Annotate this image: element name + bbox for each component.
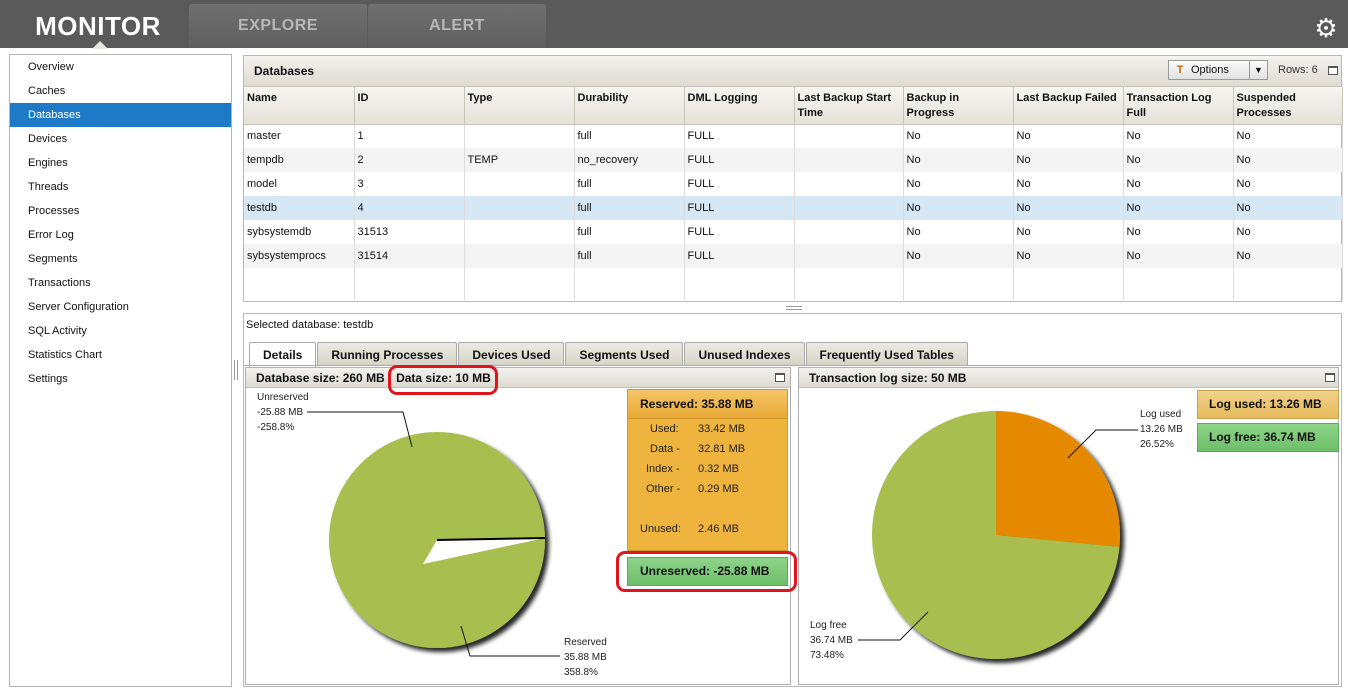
log-free-callout-value: 36.74 MB xyxy=(810,635,853,646)
unreserved-callout: Unreserved -25.88 MB -258.8% xyxy=(257,390,309,435)
other-label: Other - xyxy=(646,483,681,495)
unreserved-callout-name: Unreserved xyxy=(257,392,309,403)
reserved-callout-value: 35.88 MB xyxy=(564,652,607,663)
reserved-callout-name: Reserved xyxy=(564,637,607,648)
log-free-callout-percent: 73.48% xyxy=(810,650,844,661)
pie-slice-log-used xyxy=(996,411,1120,547)
reserved-summary-title: Reserved: 35.88 MB xyxy=(628,390,787,419)
unreserved-callout-value: -25.88 MB xyxy=(257,407,304,418)
used-value: 33.42 MB xyxy=(698,423,746,435)
log-free-callout: Log free 36.74 MB 73.48% xyxy=(810,618,853,663)
unused-value: 2.46 MB xyxy=(698,523,739,535)
unreserved-highlight xyxy=(616,551,797,592)
log-free-box: Log free: 36.74 MB xyxy=(1197,423,1339,452)
log-used-callout-percent: 26.52% xyxy=(1140,439,1174,450)
reserved-callout: Reserved 35.88 MB 358.8% xyxy=(564,635,607,680)
reserved-summary-box: Reserved: 35.88 MB Used: 33.42 MB Data -… xyxy=(627,389,788,551)
log-used-callout-value: 13.26 MB xyxy=(1140,424,1183,435)
log-used-callout-name: Log used xyxy=(1140,409,1182,420)
reserved-callout-percent: 358.8% xyxy=(564,667,598,678)
used-label: Used: xyxy=(650,423,679,435)
log-free-callout-name: Log free xyxy=(810,620,847,631)
log-used-box: Log used: 13.26 MB xyxy=(1197,390,1339,419)
data-label: Data - xyxy=(650,443,680,455)
unused-label: Unused: xyxy=(640,523,681,535)
data-size-highlight xyxy=(388,365,498,395)
data-value: 32.81 MB xyxy=(698,443,746,455)
unreserved-callout-percent: -258.8% xyxy=(257,422,295,433)
other-value: 0.29 MB xyxy=(698,483,739,495)
index-label: Index - xyxy=(646,463,680,475)
log-used-callout: Log used 13.26 MB 26.52% xyxy=(1140,407,1183,452)
index-value: 0.32 MB xyxy=(698,463,739,475)
